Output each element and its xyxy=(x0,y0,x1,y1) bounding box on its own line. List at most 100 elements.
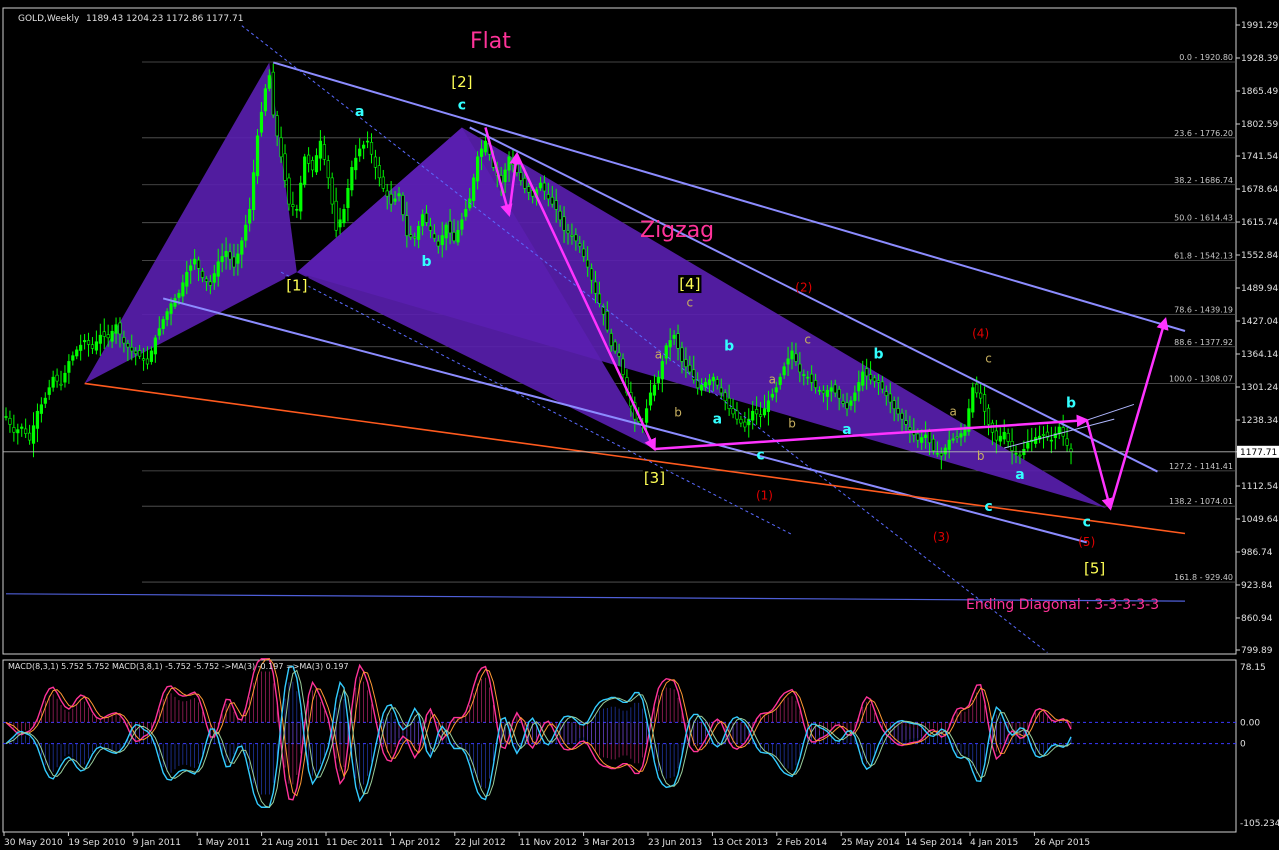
candle-body xyxy=(916,433,920,441)
candle-body xyxy=(570,235,574,237)
candle-body xyxy=(381,176,385,189)
candle-body xyxy=(310,160,315,171)
candle-body xyxy=(98,334,102,344)
candle-body xyxy=(821,390,826,394)
fib-level-label: 61.8 - 1542.13 xyxy=(1174,252,1233,261)
candle-body xyxy=(790,350,794,360)
candle-body xyxy=(417,226,421,240)
candle-body xyxy=(994,430,998,441)
last-price-label: 1177.71 xyxy=(1240,448,1277,458)
candle-body xyxy=(271,71,275,116)
candle-body xyxy=(126,343,130,348)
candle-body xyxy=(715,379,719,386)
wave-label: (3) xyxy=(933,530,950,544)
candle-body xyxy=(743,421,747,428)
candle-body xyxy=(279,137,283,158)
candle-body xyxy=(350,167,354,191)
candle-body xyxy=(51,376,55,388)
candle-body xyxy=(758,414,763,417)
candle-body xyxy=(507,156,511,171)
candle-body xyxy=(794,353,798,362)
candle-body xyxy=(479,148,484,157)
candle-body xyxy=(326,160,330,179)
candle-body xyxy=(122,337,126,344)
fib-level-label: 127.2 - 1141.41 xyxy=(1169,462,1233,471)
price-tick-label: 1112.54 xyxy=(1241,482,1278,492)
candle-body xyxy=(169,303,173,314)
candle-body xyxy=(346,188,350,208)
candle-body xyxy=(354,157,358,171)
candle-body xyxy=(825,389,829,397)
candle-body xyxy=(511,158,515,165)
time-tick-label: 14 Sep 2014 xyxy=(906,838,963,848)
ohlc-readout: 1189.43 1204.23 1172.86 1177.71 xyxy=(86,14,243,24)
price-tick-label: 799.89 xyxy=(1241,646,1273,656)
candle-body xyxy=(896,408,900,415)
wave-label: a xyxy=(949,404,956,418)
candle-body xyxy=(440,235,444,246)
candle-body xyxy=(668,340,672,348)
wave-label: (1) xyxy=(756,488,773,502)
macd-tick-label: 0.00 xyxy=(1240,718,1260,728)
candle-body xyxy=(177,292,181,298)
candle-body xyxy=(189,265,193,271)
fib-level-label: 161.8 - 929.40 xyxy=(1174,573,1233,582)
candle-body xyxy=(483,140,488,153)
candle-body xyxy=(436,240,440,247)
wave-label: a xyxy=(655,347,662,361)
candle-body xyxy=(373,156,378,168)
symbol-title: GOLD,Weekly xyxy=(18,14,80,24)
candle-body xyxy=(527,186,531,193)
candle-body xyxy=(322,144,326,160)
candle-body xyxy=(672,334,676,339)
candle-body xyxy=(193,258,197,265)
fib-level-label: 100.0 - 1308.07 xyxy=(1169,374,1233,383)
candle-body xyxy=(362,144,366,149)
price-tick-label: 860.94 xyxy=(1241,614,1273,624)
candle-body xyxy=(778,376,782,385)
fib-level-label: 88.6 - 1377.92 xyxy=(1174,338,1233,347)
candle-body xyxy=(267,75,271,89)
candle-body xyxy=(263,88,267,112)
candle-body xyxy=(692,369,696,381)
candle-body xyxy=(589,268,594,281)
candle-body xyxy=(979,392,983,399)
candle-body xyxy=(955,436,959,439)
candle-body xyxy=(558,210,562,221)
candle-body xyxy=(727,397,731,409)
candle-body xyxy=(770,393,774,398)
candle-body xyxy=(397,193,401,197)
candle-body xyxy=(59,383,63,386)
wave-label: b xyxy=(1066,396,1076,412)
candle-body xyxy=(31,425,36,444)
candle-body xyxy=(774,387,778,393)
candle-body xyxy=(67,361,71,373)
ending-diagonal-annotation: Ending Diagonal : 3-3-3-3-3 xyxy=(966,597,1159,613)
candle-body xyxy=(27,432,32,441)
wave-label: c xyxy=(687,295,694,309)
macd-title: MACD(8,3,1) 5.752 5.752 MACD(3,8,1) -5.7… xyxy=(8,662,349,671)
price-tick-label: 1364.14 xyxy=(1241,350,1278,360)
candle-body xyxy=(597,293,602,305)
macd-tick-label: 78.15 xyxy=(1240,663,1266,673)
candle-body xyxy=(185,271,189,287)
candle-body xyxy=(684,359,688,367)
time-tick-label: 2 Feb 2014 xyxy=(777,838,828,848)
candle-body xyxy=(307,154,311,164)
candle-body xyxy=(161,319,165,329)
fib-level-label: 50.0 - 1614.43 xyxy=(1174,214,1233,223)
candle-body xyxy=(813,380,818,388)
candle-body xyxy=(876,380,881,383)
time-tick-label: 25 May 2014 xyxy=(841,838,900,848)
candle-body xyxy=(71,355,75,361)
candle-body xyxy=(472,177,476,201)
candle-body xyxy=(998,435,1002,442)
fib-level-label: 0.0 - 1920.80 xyxy=(1179,53,1233,62)
candle-body xyxy=(314,155,319,173)
candle-body xyxy=(287,177,291,205)
wave-label: c xyxy=(984,499,992,515)
candle-body xyxy=(554,200,558,210)
price-tick-label: 1802.59 xyxy=(1241,120,1278,130)
price-tick-label: 923.84 xyxy=(1241,581,1273,591)
candle-body xyxy=(971,387,975,413)
